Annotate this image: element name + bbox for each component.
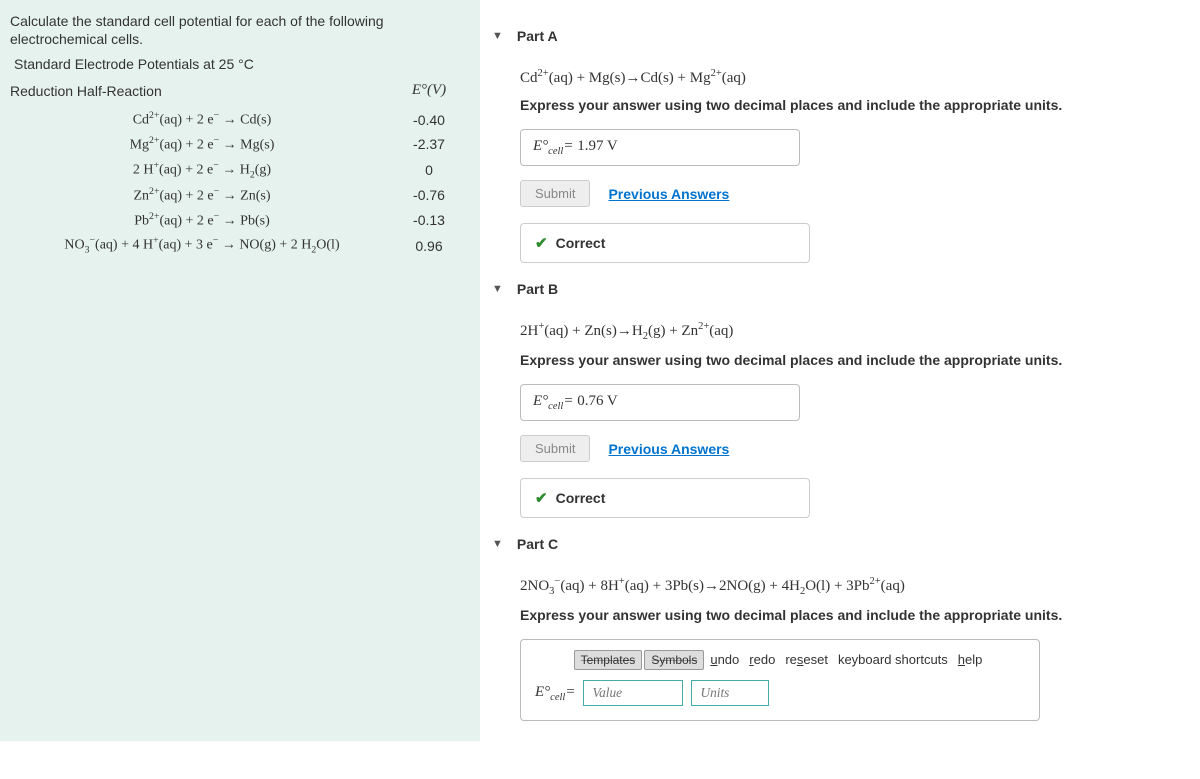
part-b-submit-button[interactable]: Submit [520, 435, 590, 462]
caret-down-icon: ▼ [492, 538, 503, 550]
templates-button[interactable]: Templates [574, 650, 643, 670]
table-row: Pb2+(aq) + 2 e− → Pb(s)-0.13 [10, 208, 464, 233]
part-c-header[interactable]: ▼ Part C [492, 536, 1160, 552]
part-a-submit-button[interactable]: Submit [520, 180, 590, 207]
input-toolbar: Templates Symbols undo redo reseset keyb… [535, 650, 1025, 670]
reset-button[interactable]: reseset [781, 652, 832, 667]
part-a-feedback-text: Correct [556, 235, 606, 251]
part-a-previous-answers-link[interactable]: Previous Answers [608, 186, 729, 202]
keyboard-shortcuts-button[interactable]: keyboard shortcuts [834, 652, 952, 667]
table-row: Cd2+(aq) + 2 e− → Cd(s)-0.40 [10, 107, 464, 132]
potentials-table: Reduction Half-Reaction E°(V) Cd2+(aq) +… [10, 82, 464, 259]
part-b-equation: 2H+(aq) + Zn(s)→H2(g) + Zn2+(aq) [520, 321, 1160, 342]
part-b-feedback: ✔ Correct [520, 478, 810, 518]
part-b-title: Part B [517, 281, 558, 297]
part-b-answer: E°cell= 0.76 V [520, 384, 800, 421]
part-a-instruction: Express your answer using two decimal pl… [520, 97, 1160, 113]
caret-down-icon: ▼ [492, 283, 503, 295]
part-a-title: Part A [517, 28, 558, 44]
part-c-title: Part C [517, 536, 558, 552]
table-row: Mg2+(aq) + 2 e− → Mg(s)-2.37 [10, 132, 464, 157]
ecell-label: E°cell= [535, 684, 575, 703]
table-row: Zn2+(aq) + 2 e− → Zn(s)-0.76 [10, 183, 464, 208]
part-b-feedback-text: Correct [556, 490, 606, 506]
units-input[interactable] [691, 680, 769, 706]
part-b-instruction: Express your answer using two decimal pl… [520, 352, 1160, 368]
col-reaction-header: Reduction Half-Reaction [10, 82, 394, 107]
redo-button[interactable]: redo [745, 652, 779, 667]
problem-panel: Calculate the standard cell potential fo… [0, 0, 480, 741]
part-c-input-widget: Templates Symbols undo redo reseset keyb… [520, 639, 1040, 721]
part-a-feedback: ✔ Correct [520, 223, 810, 263]
check-icon: ✔ [535, 234, 548, 252]
table-row: 2 H+(aq) + 2 e− → H2(g)0 [10, 157, 464, 183]
reference-link[interactable]: Standard Electrode Potentials at 25 °C [14, 56, 464, 72]
part-a-header[interactable]: ▼ Part A [492, 28, 1160, 44]
symbols-button[interactable]: Symbols [644, 650, 704, 670]
col-e-header: E°(V) [394, 82, 464, 107]
part-b-header[interactable]: ▼ Part B [492, 281, 1160, 297]
check-icon: ✔ [535, 489, 548, 507]
undo-button[interactable]: undo [706, 652, 743, 667]
part-a-equation: Cd2+(aq) + Mg(s)→Cd(s) + Mg2+(aq) [520, 68, 1160, 87]
problem-prompt: Calculate the standard cell potential fo… [10, 12, 464, 48]
caret-down-icon: ▼ [492, 30, 503, 42]
part-c-instruction: Express your answer using two decimal pl… [520, 607, 1160, 623]
table-row: NO3−(aq) + 4 H+(aq) + 3 e− → NO(g) + 2 H… [10, 232, 464, 258]
value-input[interactable] [583, 680, 683, 706]
part-a-answer: E°cell= 1.97 V [520, 129, 800, 166]
parts-panel: ▼ Part A Cd2+(aq) + Mg(s)→Cd(s) + Mg2+(a… [480, 0, 1200, 741]
part-b-previous-answers-link[interactable]: Previous Answers [608, 441, 729, 457]
help-button[interactable]: help [954, 652, 987, 667]
part-c-equation: 2NO3−(aq) + 8H+(aq) + 3Pb(s)→2NO(g) + 4H… [520, 576, 1160, 597]
